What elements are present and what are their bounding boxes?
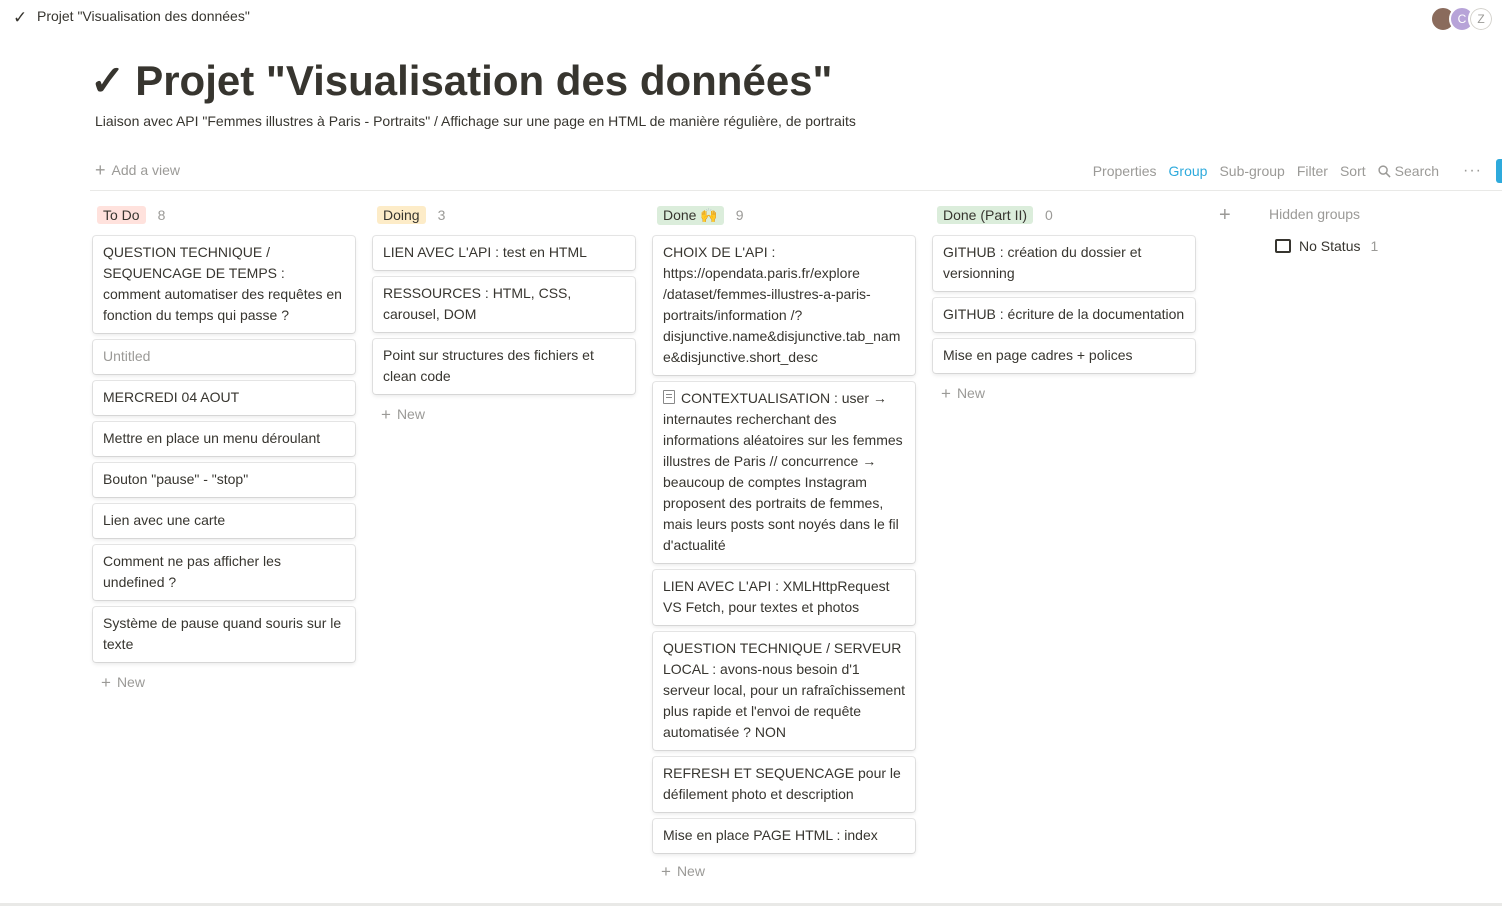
- board-card[interactable]: QUESTION TECHNIQUE / SERVEUR LOCAL : avo…: [653, 632, 915, 750]
- hidden-group-count: 1: [1370, 238, 1379, 254]
- add-view-label: Add a view: [111, 162, 180, 178]
- column-count: 8: [157, 207, 166, 223]
- page-description[interactable]: Liaison avec API "Femmes illustres à Par…: [95, 113, 856, 129]
- column-count: 0: [1045, 207, 1053, 223]
- breadcrumb[interactable]: Projet "Visualisation des données": [37, 8, 250, 24]
- plus-icon: +: [381, 405, 391, 424]
- board-column-doing: Doing 3 LIEN AVEC L'API : test en HTML R…: [373, 204, 635, 429]
- subgroup-button[interactable]: Sub-group: [1219, 163, 1284, 179]
- avatar[interactable]: Z: [1468, 6, 1494, 32]
- properties-button[interactable]: Properties: [1093, 163, 1157, 179]
- hidden-groups-label: Hidden groups: [1269, 206, 1361, 222]
- page-title-text[interactable]: Projet "Visualisation des données": [135, 57, 832, 104]
- new-label: New: [116, 674, 145, 690]
- board-card[interactable]: Mise en place PAGE HTML : index: [653, 819, 915, 853]
- board-card[interactable]: Point sur structures des fichiers et cle…: [373, 339, 635, 394]
- board-card[interactable]: Système de pause quand souris sur le tex…: [93, 607, 355, 662]
- add-group-icon[interactable]: +: [1219, 204, 1231, 227]
- add-view-button[interactable]: + Add a view: [95, 160, 180, 181]
- search-label: Search: [1394, 163, 1440, 179]
- new-label: New: [396, 406, 425, 422]
- board-card[interactable]: CHOIX DE L'API : https://opendata.paris.…: [653, 236, 915, 375]
- status-badge: To Do: [97, 206, 146, 224]
- status-badge: Done (Part II): [937, 206, 1034, 224]
- status-badge: Doing: [377, 206, 426, 224]
- board-card[interactable]: Comment ne pas afficher les undefined ?: [93, 545, 355, 600]
- status-badge: Done 🙌: [657, 205, 724, 225]
- board-card[interactable]: Untitled: [93, 340, 355, 374]
- check-icon: ✓: [13, 8, 28, 27]
- board-card[interactable]: Mettre en place un menu déroulant: [93, 422, 355, 456]
- inbox-icon: [1275, 239, 1291, 253]
- sort-button[interactable]: Sort: [1340, 163, 1366, 179]
- search-button[interactable]: Search: [1378, 163, 1451, 179]
- new-card-button[interactable]: + New: [93, 669, 355, 697]
- document-icon: [663, 390, 675, 404]
- board-card[interactable]: GITHUB : écriture de la documentation: [933, 298, 1195, 332]
- view-options: Properties Group Sub-group Filter Sort S…: [1093, 159, 1502, 183]
- plus-icon: +: [941, 384, 951, 403]
- board-card[interactable]: REFRESH ET SEQUENCAGE pour le défilement…: [653, 757, 915, 812]
- column-header[interactable]: Done (Part II) 0: [933, 204, 1195, 226]
- column-header[interactable]: Done 🙌 9: [653, 204, 915, 226]
- plus-icon: +: [95, 160, 106, 180]
- board-card[interactable]: CONTEXTUALISATION : user → internautes r…: [653, 382, 915, 563]
- plus-icon: +: [101, 673, 111, 692]
- new-label: New: [676, 863, 705, 879]
- new-button-edge[interactable]: [1496, 159, 1502, 183]
- check-icon: ✓: [90, 57, 126, 104]
- new-card-button[interactable]: + New: [373, 401, 635, 429]
- view-toolbar: + Add a view Properties Group Sub-group F…: [90, 150, 1502, 191]
- board-card[interactable]: LIEN AVEC L'API : test en HTML: [373, 236, 635, 270]
- column-header[interactable]: Doing 3: [373, 204, 635, 226]
- board-card[interactable]: QUESTION TECHNIQUE / SEQUENCAGE DE TEMPS…: [93, 236, 355, 333]
- page-title: ✓ Projet "Visualisation des données": [90, 56, 832, 105]
- topbar: ✓ Projet "Visualisation des données" C Z: [0, 0, 1502, 34]
- hidden-groups: Hidden groups No Status 1: [1269, 206, 1378, 254]
- avatar-group[interactable]: C Z: [1430, 6, 1494, 32]
- board-card[interactable]: Bouton "pause" - "stop": [93, 463, 355, 497]
- search-icon: [1378, 165, 1391, 178]
- column-count: 3: [437, 207, 446, 223]
- filter-button[interactable]: Filter: [1297, 163, 1328, 179]
- board-card[interactable]: Mise en page cadres + polices: [933, 339, 1195, 373]
- card-text: CONTEXTUALISATION : user → internautes r…: [663, 390, 903, 553]
- hidden-group-label: No Status: [1299, 238, 1361, 254]
- board-card[interactable]: GITHUB : création du dossier et versionn…: [933, 236, 1195, 291]
- new-label: New: [956, 385, 985, 401]
- board-column-todo: To Do 8 QUESTION TECHNIQUE / SEQUENCAGE …: [93, 204, 355, 697]
- board-column-done: Done 🙌 9 CHOIX DE L'API : https://openda…: [653, 204, 915, 886]
- plus-icon: +: [661, 862, 671, 881]
- board-card[interactable]: Lien avec une carte: [93, 504, 355, 538]
- board-card[interactable]: RESSOURCES : HTML, CSS, carousel, DOM: [373, 277, 635, 332]
- more-options-icon[interactable]: ···: [1463, 162, 1482, 180]
- new-card-button[interactable]: + New: [653, 860, 915, 886]
- board-column-done-part-ii: Done (Part II) 0 GITHUB : création du do…: [933, 204, 1195, 408]
- new-card-button[interactable]: + New: [933, 380, 1195, 408]
- group-button[interactable]: Group: [1169, 163, 1208, 179]
- hidden-group-no-status[interactable]: No Status 1: [1275, 238, 1378, 254]
- board-card[interactable]: LIEN AVEC L'API : XMLHttpRequest VS Fetc…: [653, 570, 915, 625]
- column-count: 9: [735, 207, 744, 223]
- board-card[interactable]: MERCREDI 04 AOUT: [93, 381, 355, 415]
- column-header[interactable]: To Do 8: [93, 204, 355, 226]
